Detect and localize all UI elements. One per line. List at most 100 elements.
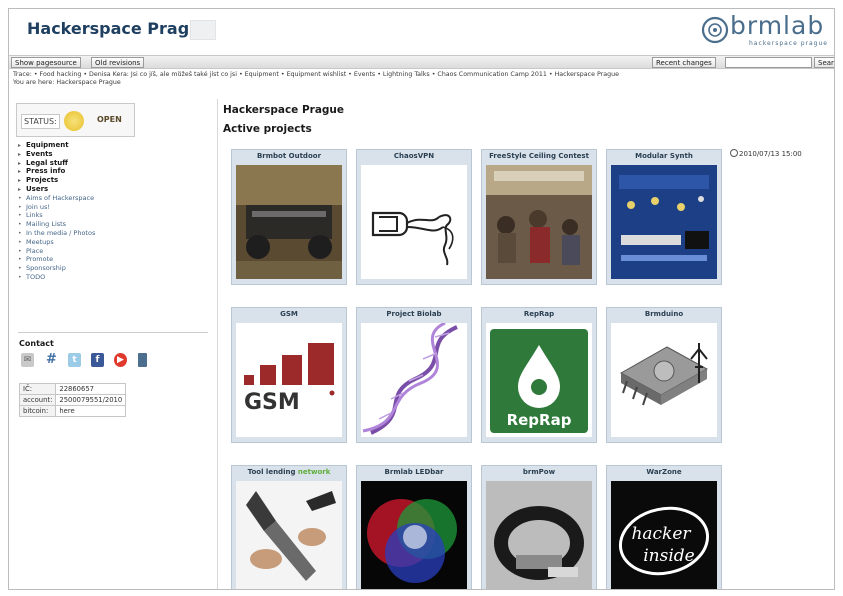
project-card[interactable]: ChaosVPN bbox=[356, 149, 472, 285]
hacker-inside-line1: hacker bbox=[631, 524, 691, 544]
crowd-photo[interactable] bbox=[486, 165, 592, 279]
twitter-icon[interactable]: t bbox=[68, 353, 81, 367]
facebook-icon[interactable]: f bbox=[91, 353, 104, 367]
brmlab-logo[interactable]: brmlab hackerspace prague bbox=[700, 11, 828, 53]
site-title[interactable]: Hackerspace Prague bbox=[27, 19, 211, 38]
sidebar-item[interactable]: • In the media / Photos bbox=[18, 229, 208, 238]
table-row: IČ: 22860657 bbox=[18, 383, 127, 395]
sidebar-item[interactable]: • Promote bbox=[18, 255, 208, 264]
project-card[interactable]: brmPow bbox=[481, 465, 597, 589]
project-title[interactable]: RepRap bbox=[482, 308, 596, 321]
project-card[interactable]: Brmbot Outdoor bbox=[231, 149, 347, 285]
contact-key: IČ: bbox=[18, 383, 57, 395]
project-title[interactable]: WarZone bbox=[607, 466, 721, 479]
breadcrumb-trace[interactable]: Trace: • Food hacking • Denisa Kera: Jsi… bbox=[13, 71, 833, 78]
project-title[interactable]: Modular Synth bbox=[607, 150, 721, 163]
project-title[interactable]: Tool lending network bbox=[232, 466, 346, 479]
header: Hackerspace Prague brmlab hackerspace pr… bbox=[9, 9, 834, 53]
toolbar: Show pagesource Old revisions Recent cha… bbox=[9, 55, 834, 69]
section-heading: Active projects bbox=[223, 123, 312, 135]
tools-photo[interactable] bbox=[236, 481, 342, 589]
circuit-board[interactable] bbox=[611, 165, 717, 279]
clock-icon bbox=[730, 149, 738, 157]
sidebar-item[interactable]: ▸ Users bbox=[18, 185, 208, 194]
old-revisions-button[interactable]: Old revisions bbox=[91, 57, 145, 68]
rgb-led-image bbox=[361, 481, 467, 589]
title-ghost-box bbox=[190, 20, 216, 40]
recent-changes-button[interactable]: Recent changes bbox=[652, 57, 716, 68]
project-title[interactable]: Brmduino bbox=[607, 308, 721, 321]
robot-photo[interactable] bbox=[236, 165, 342, 279]
sidebar-item-label: Place bbox=[26, 246, 44, 255]
reprap-logo-text: RepRap bbox=[507, 411, 572, 429]
status-box: STATUS: OPEN bbox=[16, 103, 135, 137]
project-card[interactable]: Brmduino bbox=[606, 307, 722, 443]
contact-value: 2500079551/2010 bbox=[55, 394, 127, 406]
dna-helix[interactable] bbox=[361, 323, 467, 437]
sidebar-item-label: Links bbox=[26, 211, 43, 220]
page-frame: Hackerspace Prague brmlab hackerspace pr… bbox=[8, 8, 835, 590]
sidebar-item[interactable]: • TODO bbox=[18, 273, 208, 282]
sidebar-item[interactable]: • Meetups bbox=[18, 238, 208, 247]
sidebar-item-label: Press info bbox=[26, 167, 66, 176]
plug-logo[interactable] bbox=[361, 165, 467, 279]
project-card[interactable]: GSM GSM bbox=[231, 307, 347, 443]
sidebar-item-label: Legal stuff bbox=[26, 158, 68, 167]
project-title[interactable]: Brmbot Outdoor bbox=[232, 150, 346, 163]
sidebar-item[interactable]: ▸ Equipment bbox=[18, 141, 208, 150]
project-card[interactable]: RepRap RepRap bbox=[481, 307, 597, 443]
sidebar-item[interactable]: ▸ Projects bbox=[18, 176, 208, 185]
sidebar-item[interactable]: • Aims of Hackerspace bbox=[18, 194, 208, 203]
hash-icon[interactable]: # bbox=[45, 353, 58, 367]
sidebar-item-label: Users bbox=[26, 184, 49, 193]
project-title[interactable]: ChaosVPN bbox=[357, 150, 471, 163]
dot-bullet-icon: • bbox=[18, 273, 22, 281]
sidebar-item[interactable]: • Join us! bbox=[18, 203, 208, 212]
chip-usb-image bbox=[619, 343, 709, 406]
sun-icon bbox=[64, 111, 84, 131]
sidebar-item[interactable]: • Place bbox=[18, 247, 208, 256]
show-pagesource-button[interactable]: Show pagesource bbox=[11, 57, 81, 68]
gsm-logo[interactable]: GSM bbox=[236, 323, 342, 437]
sidebar-item[interactable]: • Links bbox=[18, 211, 208, 220]
band-photo[interactable] bbox=[486, 481, 592, 589]
hacker-inside[interactable]: hacker inside bbox=[611, 481, 717, 589]
project-card[interactable]: WarZone hacker inside bbox=[606, 465, 722, 589]
project-title[interactable]: brmPow bbox=[482, 466, 596, 479]
project-card[interactable]: Brmlab LEDbar bbox=[356, 465, 472, 589]
search-input[interactable] bbox=[725, 57, 812, 68]
phone-icon[interactable] bbox=[138, 353, 147, 367]
sidebar-divider bbox=[18, 332, 208, 333]
contact-key: account: bbox=[18, 394, 57, 406]
page-title: Hackerspace Prague bbox=[223, 104, 345, 116]
sidebar-item[interactable]: ▸ Events bbox=[18, 150, 208, 159]
contact-value[interactable]: here bbox=[55, 405, 127, 417]
sidebar-item-label: Promote bbox=[26, 255, 54, 264]
search-button[interactable]: Search bbox=[814, 57, 834, 68]
sidebar-item[interactable]: • Sponsorship bbox=[18, 264, 208, 273]
project-title[interactable]: Project Biolab bbox=[357, 308, 471, 321]
sidebar-item[interactable]: ▸ Press info bbox=[18, 167, 208, 176]
reprap-logo[interactable]: RepRap bbox=[486, 323, 592, 437]
project-card[interactable]: Project Biolab bbox=[356, 307, 472, 443]
project-card[interactable]: FreeStyle Ceiling Contest bbox=[481, 149, 597, 285]
dna-helix-image bbox=[361, 323, 467, 437]
sidebar-item-label: In the media / Photos bbox=[26, 228, 96, 237]
logo-text: brmlab bbox=[730, 11, 825, 40]
youtube-icon[interactable]: ▶ bbox=[114, 353, 127, 367]
chip-usb[interactable] bbox=[611, 323, 717, 437]
you-are-here[interactable]: You are here: Hackerspace Prague bbox=[13, 79, 121, 86]
project-card[interactable]: Modular Synth bbox=[606, 149, 722, 285]
project-card[interactable]: Tool lending network bbox=[231, 465, 347, 589]
sidebar-nav: ▸ Equipment ▸ Events ▸ Legal stuff ▸ Press info… bbox=[18, 141, 208, 282]
gsm-logo-image: GSM bbox=[244, 343, 335, 415]
rgb-led[interactable] bbox=[361, 481, 467, 589]
page-date: 2010/07/13 15:00 bbox=[730, 149, 802, 158]
project-title[interactable]: GSM bbox=[232, 308, 346, 321]
project-title[interactable]: FreeStyle Ceiling Contest bbox=[482, 150, 596, 163]
status-value: OPEN bbox=[97, 115, 122, 124]
sidebar-item[interactable]: ▸ Legal stuff bbox=[18, 159, 208, 168]
sidebar-item[interactable]: • Mailing Lists bbox=[18, 220, 208, 229]
mail-icon[interactable]: ✉ bbox=[21, 353, 34, 367]
project-title[interactable]: Brmlab LEDbar bbox=[357, 466, 471, 479]
